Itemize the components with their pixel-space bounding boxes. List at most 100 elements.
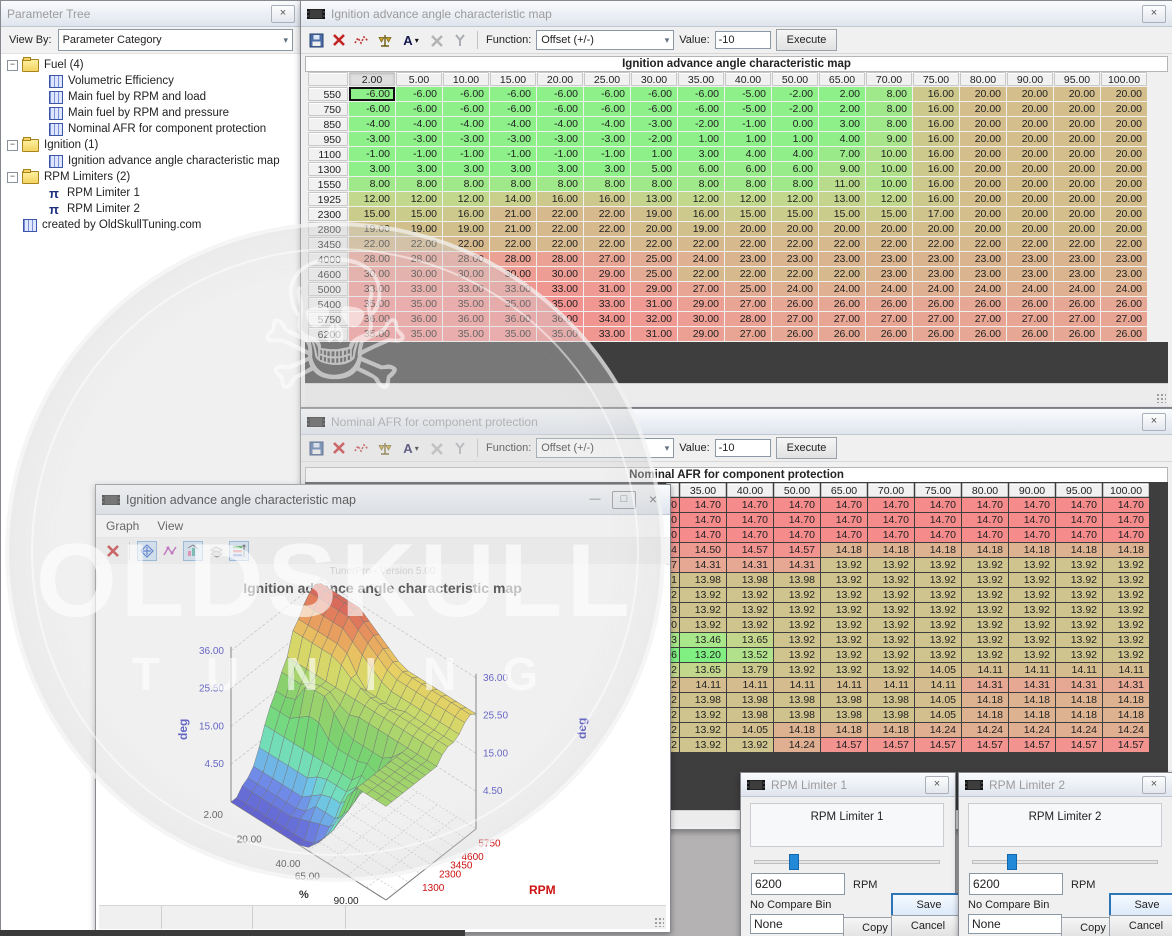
map-cell[interactable]: 13.92 <box>1056 633 1102 647</box>
map-cell[interactable]: 13.92 <box>962 588 1008 602</box>
row-header[interactable]: 2300 <box>308 207 348 221</box>
map-cell[interactable]: 14.70 <box>727 498 773 512</box>
col-header[interactable]: 10.00 <box>443 72 489 86</box>
col-header[interactable]: 50.00 <box>774 483 820 497</box>
map-cell[interactable]: 22.00 <box>678 237 724 251</box>
map-cell[interactable]: -6.00 <box>631 87 677 101</box>
map-cell[interactable]: 13.92 <box>680 723 726 737</box>
map-cell[interactable]: 30.00 <box>678 312 724 326</box>
map-cell[interactable]: 22.00 <box>537 207 583 221</box>
map-cell[interactable]: 14.57 <box>868 738 914 752</box>
col-header[interactable]: 30.00 <box>631 72 677 86</box>
map-cell[interactable]: 13.92 <box>1103 648 1149 662</box>
map-cell[interactable]: 22.00 <box>584 207 630 221</box>
execute-button[interactable]: Execute <box>776 29 838 51</box>
tree-item[interactable]: Ignition advance angle characteristic ma… <box>7 153 280 169</box>
map-cell[interactable]: 10.00 <box>866 162 912 176</box>
map-cell[interactable]: -1.00 <box>537 147 583 161</box>
col-header[interactable]: 25.00 <box>584 72 630 86</box>
map-cell[interactable]: 14.05 <box>915 663 961 677</box>
map-cell[interactable]: -6.00 <box>584 87 630 101</box>
map-cell[interactable]: 16.00 <box>537 192 583 206</box>
map-cell[interactable]: 22.00 <box>866 237 912 251</box>
map-cell[interactable]: -6.00 <box>584 102 630 116</box>
map-cell[interactable]: 14.70 <box>774 498 820 512</box>
tree-item[interactable]: Nominal AFR for component protection <box>7 121 280 137</box>
map-cell[interactable]: 20.00 <box>960 222 1006 236</box>
map-cell[interactable]: 20.00 <box>960 87 1006 101</box>
map-cell[interactable]: 14.31 <box>1009 678 1055 692</box>
map-cell[interactable]: -4.00 <box>443 117 489 131</box>
map-cell[interactable]: -4.00 <box>584 117 630 131</box>
map-cell[interactable]: -6.00 <box>490 102 536 116</box>
map-cell[interactable]: 14.70 <box>1009 528 1055 542</box>
col-header[interactable]: 70.00 <box>866 72 912 86</box>
map-cell[interactable]: 30.00 <box>396 267 442 281</box>
map-cell[interactable]: 6.00 <box>725 162 771 176</box>
map-cell[interactable]: 13.92 <box>962 603 1008 617</box>
map-cell[interactable]: 14.70 <box>680 498 726 512</box>
map-cell[interactable]: 13.98 <box>727 573 773 587</box>
map-cell[interactable]: 13.92 <box>1009 603 1055 617</box>
map-cell[interactable]: 33.00 <box>349 282 395 296</box>
map-cell[interactable]: 14.70 <box>868 528 914 542</box>
map-cell[interactable]: -1.00 <box>443 147 489 161</box>
col-header[interactable]: 95.00 <box>1054 72 1100 86</box>
map-cell[interactable]: 8.00 <box>631 177 677 191</box>
row-header[interactable]: 1100 <box>308 147 348 161</box>
map-cell[interactable]: 14.11 <box>915 678 961 692</box>
map-cell[interactable]: 14.70 <box>774 528 820 542</box>
map-cell[interactable]: 20.00 <box>1007 102 1053 116</box>
map-cell[interactable]: 13.92 <box>1056 618 1102 632</box>
map-cell[interactable]: 23.00 <box>1054 252 1100 266</box>
map-cell[interactable]: 14.57 <box>915 738 961 752</box>
map-cell[interactable]: 22.00 <box>631 237 677 251</box>
save-button[interactable]: Save <box>891 893 967 917</box>
map-cell[interactable]: 14.70 <box>1056 513 1102 527</box>
view-by-combobox[interactable]: Parameter Category ▾ <box>58 29 293 51</box>
map-cell[interactable]: 20.00 <box>960 162 1006 176</box>
map-cell[interactable]: 14.11 <box>1056 663 1102 677</box>
map-cell[interactable]: 20.00 <box>1007 192 1053 206</box>
map-cell[interactable]: 23.00 <box>1101 267 1147 281</box>
map-cell[interactable]: 36.00 <box>490 312 536 326</box>
map-cell[interactable]: 14.70 <box>1056 528 1102 542</box>
map-cell[interactable]: 35.00 <box>490 327 536 341</box>
map-cell[interactable]: 13.92 <box>962 618 1008 632</box>
map-cell[interactable]: 15.00 <box>772 207 818 221</box>
menu-view[interactable]: View <box>157 519 183 533</box>
map-cell[interactable]: -6.00 <box>443 102 489 116</box>
map-cell[interactable]: 24.00 <box>960 282 1006 296</box>
map-cell[interactable]: 13.98 <box>774 693 820 707</box>
collapse-icon[interactable]: − <box>7 140 18 151</box>
tree-item[interactable]: created by OldSkullTuning.com <box>7 217 280 233</box>
map-cell[interactable]: -3.00 <box>584 132 630 146</box>
map-cell[interactable]: 1.00 <box>725 132 771 146</box>
map-cell[interactable]: 22.00 <box>443 237 489 251</box>
scales-icon[interactable] <box>376 439 394 457</box>
map-cell[interactable]: 13.92 <box>821 603 867 617</box>
map-cell[interactable]: 28.00 <box>537 252 583 266</box>
map-cell[interactable]: 31.00 <box>631 327 677 341</box>
col-header[interactable]: 95.00 <box>1056 483 1102 497</box>
map-cell[interactable]: 14.70 <box>1009 513 1055 527</box>
map-cell[interactable]: 13.92 <box>915 588 961 602</box>
map-cell[interactable]: 13.92 <box>680 738 726 752</box>
map-cell[interactable]: 14.18 <box>1056 693 1102 707</box>
map-cell[interactable]: 9.00 <box>866 132 912 146</box>
map-cell[interactable]: 14.70 <box>962 498 1008 512</box>
map-cell[interactable]: 1.00 <box>678 132 724 146</box>
map-cell[interactable]: 14.70 <box>821 498 867 512</box>
map-cell[interactable]: 9.00 <box>819 162 865 176</box>
tree-item[interactable]: Main fuel by RPM and pressure <box>7 105 280 121</box>
map-cell[interactable]: 14.05 <box>915 693 961 707</box>
map-cell[interactable]: 14.18 <box>1056 543 1102 557</box>
col-header[interactable]: 40.00 <box>727 483 773 497</box>
row-header[interactable]: 6200 <box>308 327 348 341</box>
map-cell[interactable]: 26.00 <box>1007 297 1053 311</box>
col-header[interactable]: 90.00 <box>1009 483 1055 497</box>
row-header[interactable]: 5000 <box>308 282 348 296</box>
map-cell[interactable]: 29.00 <box>631 282 677 296</box>
compare-icon[interactable]: A▾ <box>399 439 423 457</box>
tree-item[interactable]: πRPM Limiter 1 <box>7 185 280 201</box>
